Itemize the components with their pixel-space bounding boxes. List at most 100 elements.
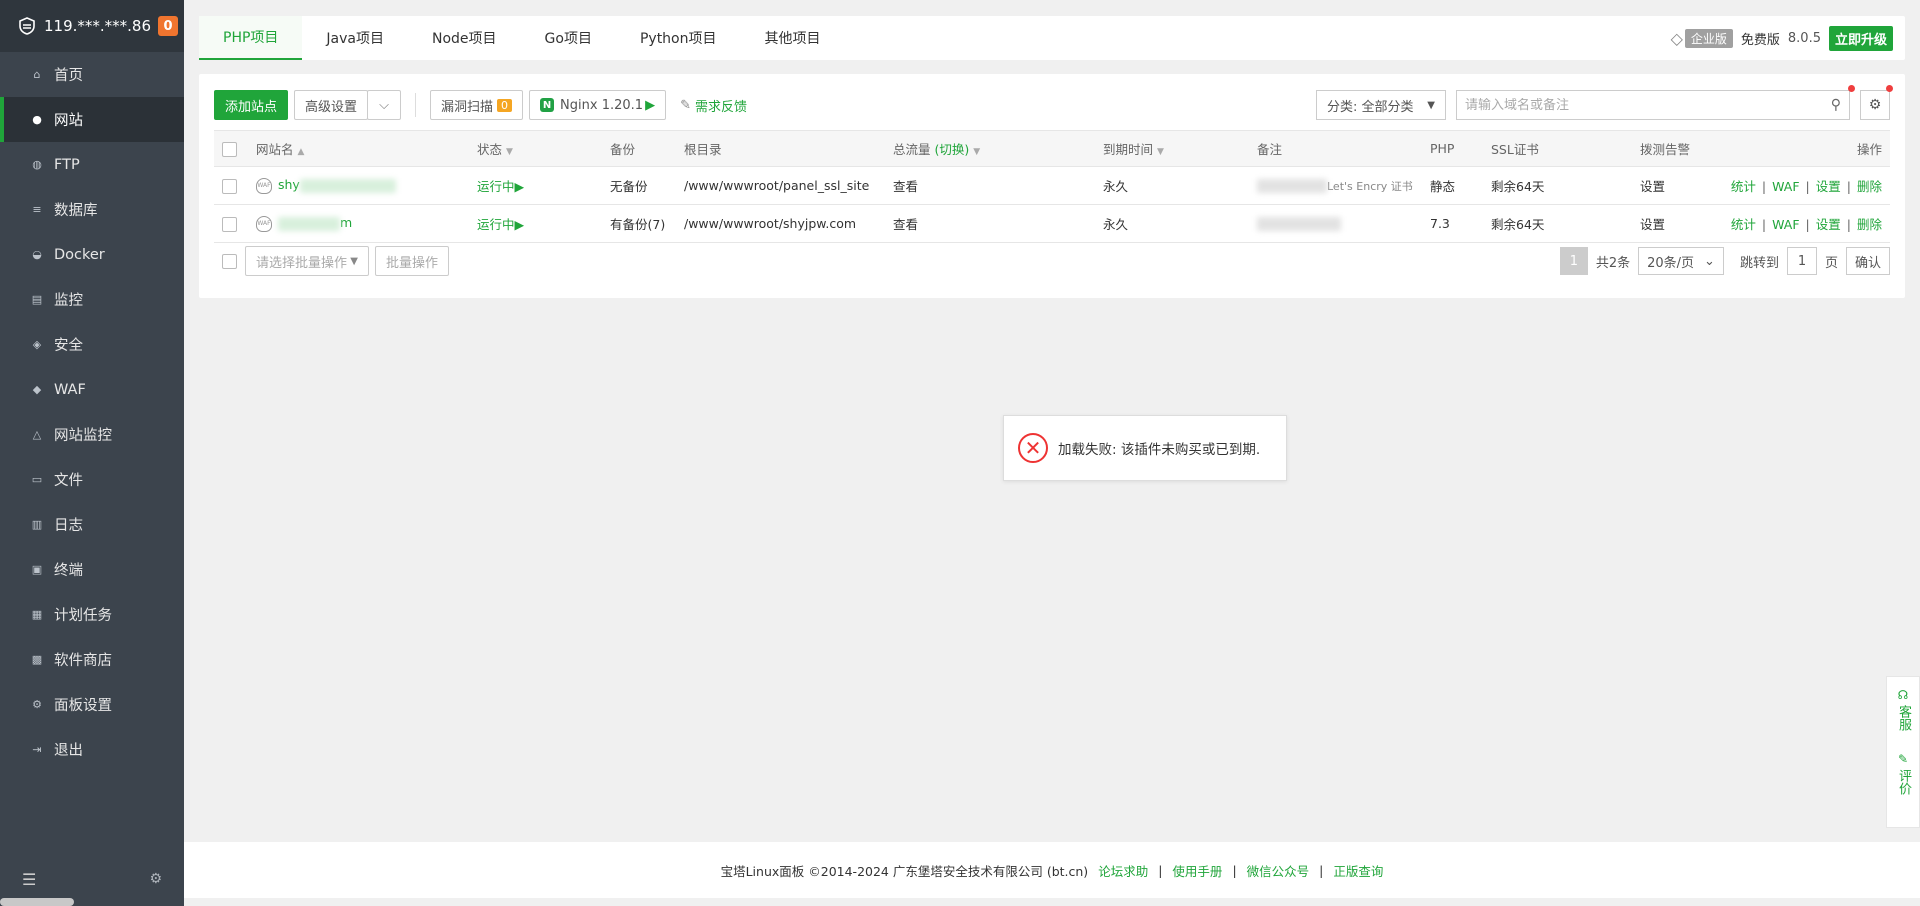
feedback-label: 需求反馈 [694,99,747,115]
row-checkbox[interactable] [222,178,237,194]
sidebar-item-docker[interactable]: ◒ Docker [0,232,184,277]
waf-link[interactable]: WAF [1772,217,1799,232]
ssl-cell[interactable]: 剩余64天 [1483,204,1632,243]
remark-cell[interactable]: Let's Encry 证书 [1249,166,1422,205]
nginx-button[interactable]: N Nginx 1.20.1 ▶ [529,90,667,120]
sidebar-item-security[interactable]: ◈ 安全 [0,322,184,367]
batch-action-button[interactable]: 批量操作 [375,246,450,276]
chevron-down-icon: ⌵ [379,97,389,113]
category-select[interactable]: 分类: 全部分类 ▼ [1316,90,1446,120]
log-icon: ▥ [31,518,43,531]
jump-confirm-button[interactable]: 确认 [1845,247,1890,275]
notification-badge[interactable]: 0 [158,16,178,36]
sidebar-item-site-monitor[interactable]: △ 网站监控 [0,412,184,457]
per-page-select[interactable]: 20条/页 ⌄ [1638,247,1724,275]
sidebar-item-terminal[interactable]: ▣ 终端 [0,547,184,592]
row-checkbox[interactable] [222,216,237,232]
sidebar-item-settings[interactable]: ⚙ 面板设置 [0,682,184,727]
per-page-value: 20条/页 [1647,255,1695,271]
col-status[interactable]: 状态 ▼ [469,130,602,167]
alarm-settings-link[interactable]: 设置 [1632,166,1720,205]
search-icon[interactable]: ⚲ [1831,97,1841,113]
footer-link-wechat[interactable]: 微信公众号 [1247,861,1310,880]
col-expire[interactable]: 到期时间 ▼ [1095,130,1249,167]
sidebar-item-logs[interactable]: ▥ 日志 [0,502,184,547]
alarm-settings-link[interactable]: 设置 [1632,204,1720,243]
footer-link-license[interactable]: 正版查询 [1333,861,1383,880]
sidebar-item-ftp[interactable]: ◍ FTP [0,142,184,187]
monitor-icon: ▤ [31,293,43,306]
traffic-toggle[interactable]: (切换) [935,142,970,157]
settings-link[interactable]: 设置 [1816,179,1841,194]
advanced-settings-button[interactable]: 高级设置 [294,90,369,120]
expire-cell[interactable]: 永久 [1095,166,1249,205]
footer-link-manual[interactable]: 使用手册 [1172,861,1222,880]
jump-page-input[interactable]: 1 [1786,247,1817,275]
backup-cell[interactable]: 有备份(7) [602,204,676,243]
traffic-view-link[interactable]: 查看 [885,166,1095,205]
site-name-link[interactable]: shy [278,177,300,192]
tab-java[interactable]: Java项目 [302,16,408,60]
php-version-cell[interactable]: 7.3 [1422,204,1483,243]
upgrade-button[interactable]: 立即升级 [1828,25,1893,51]
search-input[interactable] [1465,97,1831,113]
feedback-link[interactable]: ✎ 需求反馈 [680,96,747,115]
stats-link[interactable]: 统计 [1731,179,1756,194]
sidebar-item-cron[interactable]: ▦ 计划任务 [0,592,184,637]
page-label: 页 [1824,255,1838,271]
settings-link[interactable]: 设置 [1816,217,1841,232]
footer-link-forum[interactable]: 论坛求助 [1098,861,1148,880]
ssl-cell[interactable]: 剩余64天 [1483,166,1632,205]
waf-link[interactable]: WAF [1772,179,1799,194]
status-cell[interactable]: 运行中▶ [469,204,602,243]
tab-node[interactable]: Node项目 [408,16,521,60]
php-version-cell[interactable]: 静态 [1422,166,1483,205]
version-number[interactable]: 8.0.5 [1788,31,1821,46]
redacted-name [278,216,340,231]
pagination: 1 共2条 20条/页 ⌄ 跳转到 1 页 确认 [1559,247,1890,275]
tab-go[interactable]: Go项目 [521,16,616,60]
theme-gear-icon[interactable]: ⚙ [149,871,162,887]
project-tabs: PHP项目 Java项目 Node项目 Go项目 Python项目 其他项目 [199,16,845,60]
col-site-name[interactable]: 网站名 ▲ [248,130,469,167]
expire-cell[interactable]: 永久 [1095,204,1249,243]
root-dir-link[interactable]: /www/wwwroot/shyjpw.com [676,204,885,243]
backup-cell[interactable]: 无备份 [602,166,676,205]
add-site-button[interactable]: 添加站点 [214,90,289,120]
select-all-checkbox[interactable] [222,141,237,157]
sidebar-item-files[interactable]: ▭ 文件 [0,457,184,502]
sidebar-item-database[interactable]: ≡ 数据库 [0,187,184,232]
customer-service-button[interactable]: ☊ 客服 [1895,687,1911,731]
stats-link[interactable]: 统计 [1731,217,1756,232]
tab-php[interactable]: PHP项目 [199,16,303,60]
advanced-dropdown-button[interactable]: ⌵ [367,90,402,120]
tab-python[interactable]: Python项目 [616,16,741,60]
batch-select[interactable]: 请选择批量操作 ▼ [245,246,369,276]
sidebar-item-home[interactable]: ⌂ 首页 [0,52,184,97]
status-running: 运行中 [477,217,515,232]
col-traffic[interactable]: 总流量 (切换) ▼ [885,130,1095,167]
remark-cell[interactable] [1249,204,1422,243]
sidebar-item-waf[interactable]: ◆ WAF [0,367,184,412]
root-dir-link[interactable]: /www/wwwroot/panel_ssl_site [676,166,885,205]
delete-link[interactable]: 删除 [1857,179,1882,194]
horizontal-scrollbar[interactable] [0,898,74,906]
traffic-view-link[interactable]: 查看 [885,204,1095,243]
tab-other[interactable]: 其他项目 [741,16,845,60]
footer-select-all-checkbox[interactable] [222,253,237,269]
delete-link[interactable]: 删除 [1857,217,1882,232]
site-name-link[interactable]: m [340,215,352,230]
server-header[interactable]: 119.***.***.86 0 [0,0,184,52]
vuln-count-badge: 0 [497,98,513,112]
collapse-menu-icon[interactable]: ☰ [22,870,36,889]
column-settings-button[interactable]: ⚙ [1860,85,1893,120]
rate-button[interactable]: ✎ 评价 [1895,751,1911,795]
enterprise-badge[interactable]: ◇ 企业版 [1671,28,1733,48]
sidebar-item-store[interactable]: ▩ 软件商店 [0,637,184,682]
vuln-scan-button[interactable]: 漏洞扫描 0 [430,90,524,120]
sidebar-item-website[interactable]: ● 网站 [0,97,184,142]
sidebar-item-logout[interactable]: ⇥ 退出 [0,727,184,772]
status-cell[interactable]: 运行中▶ [469,166,602,205]
page-current[interactable]: 1 [1559,247,1588,275]
sidebar-item-monitor[interactable]: ▤ 监控 [0,277,184,322]
